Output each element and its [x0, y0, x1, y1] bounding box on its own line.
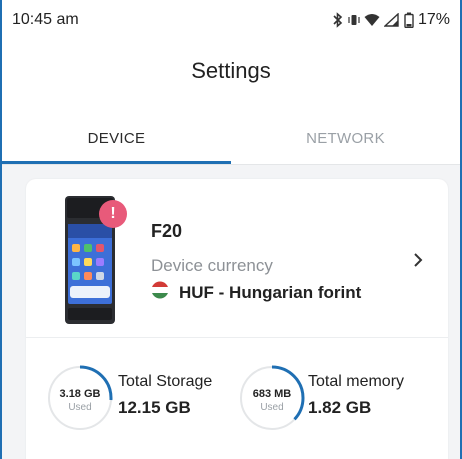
memory-used-label: Used — [260, 402, 284, 413]
storage-used-label: Used — [68, 402, 92, 413]
tab-network[interactable]: NETWORK — [231, 118, 460, 164]
storage-total: 12.15 GB — [118, 398, 191, 417]
page-title: Settings — [191, 58, 271, 83]
chevron-right-icon[interactable] — [410, 252, 426, 268]
battery-percent: 17% — [417, 11, 450, 28]
battery-icon — [404, 12, 414, 28]
tab-bar: DEVICE NETWORK — [2, 118, 460, 164]
signal-icon — [383, 13, 400, 27]
alert-badge: ! — [99, 200, 127, 228]
tab-device[interactable]: DEVICE — [2, 118, 231, 164]
storage-title: Total Storage — [118, 373, 213, 390]
currency-label: Device currency — [151, 256, 273, 275]
currency-row: HUF - Hungarian forint — [151, 281, 361, 304]
tab-device-label: DEVICE — [87, 130, 146, 147]
status-bar: 10:45 am 17% — [2, 0, 460, 40]
tab-network-label: NETWORK — [306, 130, 385, 147]
wifi-icon — [364, 13, 380, 27]
storage-gauge: 3.18 GB Used — [46, 364, 114, 432]
storage-used-value: 3.18 GB — [59, 388, 101, 400]
app-frame: 10:45 am 17% Settings DEVICE NETWORK ! F… — [0, 0, 462, 459]
status-icons: 17% — [332, 11, 450, 29]
status-time: 10:45 am — [12, 11, 79, 28]
card-divider — [26, 337, 448, 338]
hungary-flag-icon — [151, 281, 169, 304]
vibrate-icon — [348, 12, 360, 28]
memory-used-value: 683 MB — [252, 388, 292, 400]
memory-gauge: 683 MB Used — [238, 364, 306, 432]
currency-value: HUF - Hungarian forint — [179, 282, 362, 302]
bluetooth-icon — [332, 12, 344, 28]
memory-title: Total memory — [308, 373, 405, 390]
device-name: F20 — [151, 221, 183, 241]
memory-total: 1.82 GB — [308, 398, 372, 417]
